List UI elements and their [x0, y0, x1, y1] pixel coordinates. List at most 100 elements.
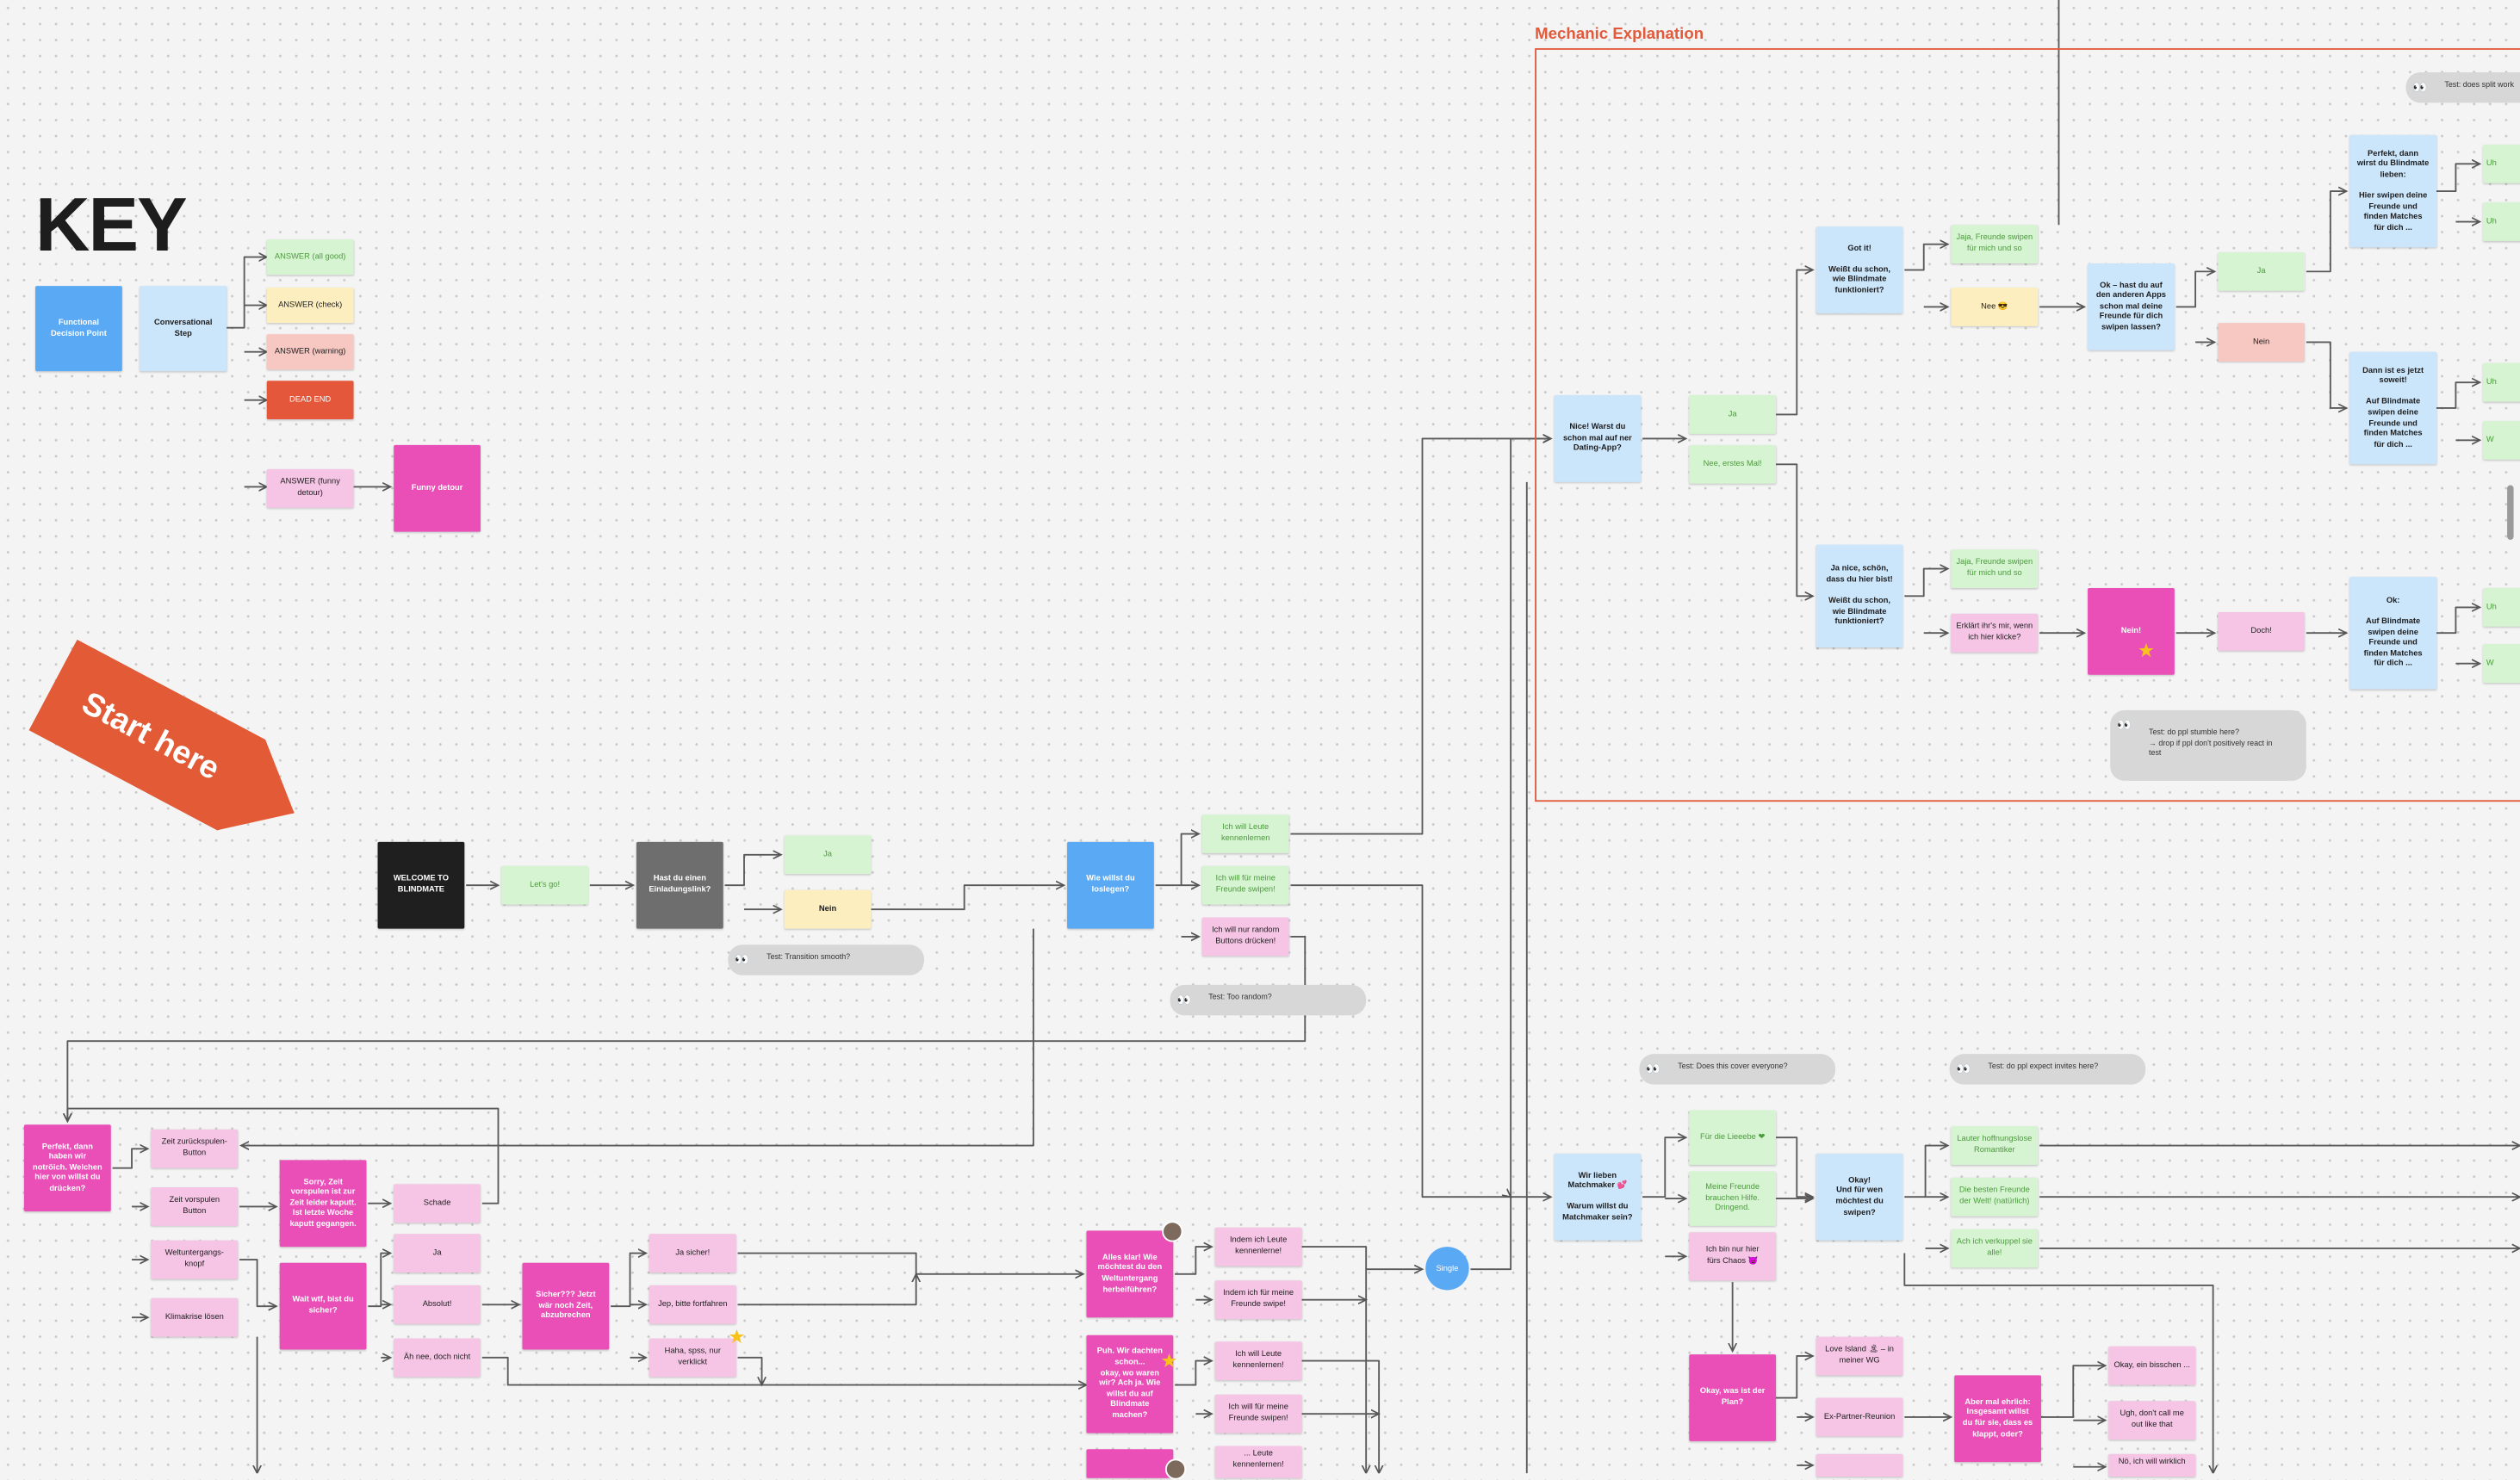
ok-auf-node[interactable]: Ok: Auf Blindmate swipen deine Freunde u… — [2349, 576, 2437, 690]
note-split[interactable]: 👀 Test: does split work — [2405, 71, 2520, 103]
doch-nicht-node[interactable]: Äh nee, doch nicht — [394, 1338, 481, 1378]
connector-54 — [2040, 1365, 2106, 1418]
cut-pink-node[interactable] — [1816, 1453, 1903, 1477]
klimakrise-node[interactable]: Klimakrise lösen — [151, 1297, 239, 1337]
chaos-node[interactable]: Ich bin nur hier fürs Chaos 😈 — [1689, 1232, 1777, 1281]
wir-lieben-node[interactable]: Wir lieben Matchmaker 💕 Warum willst du … — [1554, 1153, 1642, 1241]
how-start-node[interactable]: Wie willst du loslegen? — [1067, 841, 1154, 929]
romantiker-node[interactable]: Lauter hoffnungslose Romantiker — [1951, 1126, 2039, 1165]
apps-no-node[interactable]: Nein — [2218, 323, 2305, 362]
indem-leute-node[interactable]: Indem ich Leute kennenlerne! — [1214, 1227, 1302, 1266]
cut-node-4[interactable]: W — [2483, 420, 2520, 460]
ich-leute-node[interactable]: Ich will Leute kennenlernen! — [1214, 1341, 1302, 1380]
key-answer-funny[interactable]: ANSWER (funny detour) — [266, 468, 354, 508]
dating-yes-node[interactable]: Ja — [1689, 395, 1777, 434]
ich-freunde-node[interactable]: Ich will für meine Freunde swipen! — [1214, 1394, 1302, 1434]
perfekt-node[interactable]: Perfekt, dann wirst du Blindmate lieben:… — [2349, 134, 2437, 248]
connector-10 — [871, 885, 1064, 911]
key-dead-end[interactable]: DEAD END — [266, 381, 354, 420]
invite-yes-node[interactable]: Ja — [784, 835, 872, 875]
okay-fuer-wen-node[interactable]: Okay! Und für wen möchtest du swipen? — [1816, 1153, 1903, 1241]
invite-question-node[interactable]: Hast du einen Einladungslink? — [636, 841, 723, 929]
nee-node[interactable]: Nee 😎 — [1951, 288, 2039, 326]
note-text: Test: do ppl expect invites here? — [1988, 1063, 2099, 1072]
indem-freunde-node[interactable]: Indem ich für meine Freunde swipe! — [1214, 1280, 1302, 1320]
aber-ehrlich-node[interactable]: Aber mal ehrlich: Insgesamt willst du fü… — [1954, 1375, 2041, 1463]
besten-freunde-node[interactable]: Die besten Freunde der Welt! (natürlich) — [1951, 1177, 2039, 1217]
cut-node-6[interactable]: W — [2483, 644, 2520, 684]
note-stumble[interactable]: 👀 Test: do ppl stumble here? → drop if pp… — [2110, 709, 2306, 781]
note-text: Test: Too random? — [1208, 994, 1272, 1003]
ok-apps-node[interactable]: Ok – hast du auf den anderen Apps schon … — [2088, 263, 2175, 350]
wait-node[interactable]: Wait wtf, bist du sicher? — [279, 1262, 367, 1350]
random-buttons-node[interactable]: Ich will nur random Buttons drücken! — [1201, 917, 1289, 957]
plan-node[interactable]: Okay, was ist der Plan? — [1689, 1354, 1777, 1441]
zurueckspulen-node[interactable]: Zeit zurückspulen- Button — [151, 1129, 239, 1168]
vertical-scrollbar[interactable] — [2507, 485, 2514, 541]
absolut-node[interactable]: Absolut! — [394, 1285, 481, 1324]
key-funny-detour[interactable]: Funny detour — [394, 444, 481, 532]
welcome-node[interactable]: WELCOME TO BLINDMATE — [377, 841, 465, 929]
haha-node[interactable]: Haha, spss, nur verklickt — [649, 1338, 736, 1378]
dann-ist-node[interactable]: Dann ist es jetzt soweit! Auf Blindmate … — [2349, 351, 2437, 465]
key-functional-decision-point[interactable]: Functional Decision Point — [35, 286, 122, 372]
doch-node[interactable]: Doch! — [2218, 611, 2305, 651]
apps-yes-node[interactable]: Ja — [2218, 251, 2305, 291]
connector-8 — [724, 855, 781, 887]
jaja-node-1[interactable]: Jaja, Freunde swipen für mich und so — [1951, 225, 2039, 264]
explain-node[interactable]: Erklärt ihr's mir, wenn ich hier klicke? — [1951, 613, 2039, 653]
jaja-node-2[interactable]: Jaja, Freunde swipen für mich und so — [1951, 549, 2039, 588]
used-dating-node[interactable]: Nice! Warst du schon mal auf ner Dating-… — [1554, 395, 1642, 482]
key-answer-check[interactable]: ANSWER (check) — [266, 288, 354, 324]
eyes-icon: 👀 — [734, 951, 749, 966]
invite-no-node[interactable]: Nein — [784, 889, 872, 929]
love-island-node[interactable]: Love Island 🏝 – in meiner WG — [1816, 1336, 1903, 1376]
sicher-abbrechen-node[interactable]: Sicher??? Jetzt wär noch Zeit, abzubrech… — [522, 1262, 610, 1350]
cut-node-5[interactable]: Uh — [2483, 587, 2520, 627]
key-answer-good[interactable]: ANSWER (all good) — [266, 239, 354, 276]
cut-node-3[interactable]: Uh — [2483, 362, 2520, 402]
fuer-liebe-node[interactable]: Für die Lieeebe ❤ — [1689, 1110, 1777, 1165]
connector-43 — [1904, 1146, 1947, 1198]
perfekt-random-node[interactable]: Perfekt, dann haben wir notröich. Welche… — [23, 1124, 111, 1212]
noe-node[interactable]: Nö, ich will wirklich — [2108, 1453, 2196, 1477]
key-conversational-step[interactable]: Conversational Step — [140, 286, 227, 372]
note-cover[interactable]: 👀 Test: Does this cover everyone? — [1639, 1054, 1836, 1085]
note-random[interactable]: 👀 Test: Too random? — [1170, 984, 1367, 1016]
note-invites[interactable]: 👀 Test: do ppl expect invites here? — [1949, 1054, 2146, 1085]
connector-66 — [368, 1254, 390, 1308]
swipe-friends-node[interactable]: Ich will für meine Freunde swipen! — [1201, 865, 1289, 905]
leute-cut-node[interactable]: ... Leute kennenlernen! — [1214, 1446, 1302, 1478]
schade-node[interactable]: Schade — [394, 1184, 481, 1223]
connector-75 — [737, 1274, 916, 1306]
connector-79 — [1175, 1361, 1212, 1386]
meet-people-node[interactable]: Ich will Leute kennenlernen — [1201, 814, 1289, 853]
got-it-node[interactable]: Got it! Weißt du schon, wie Blindmate fu… — [1816, 226, 1903, 313]
connector-76 — [737, 1356, 762, 1385]
vorspulen-node[interactable]: Zeit vorspulen Button — [151, 1187, 239, 1226]
okay-bisschen-node[interactable]: Okay, ein bisschen ... — [2108, 1346, 2196, 1385]
key-answer-warning[interactable]: ANSWER (warning) — [266, 334, 354, 370]
single-node[interactable]: Single — [1425, 1247, 1469, 1291]
jep-node[interactable]: Jep, bitte fortfahren — [649, 1285, 736, 1324]
lets-go-node[interactable]: Let's go! — [501, 865, 588, 905]
nein-big-node[interactable]: Nein! — [2088, 587, 2175, 675]
verkuppel-node[interactable]: Ach ich verkuppel sie alle! — [1951, 1229, 2039, 1268]
dating-first-node[interactable]: Nee, erstes Mal! — [1689, 444, 1777, 484]
cut-node-2[interactable]: Uh — [2483, 202, 2520, 241]
note-transition[interactable]: 👀 Test: Transition smooth? — [728, 944, 925, 975]
ja-sicher-node[interactable]: Ja sicher! — [649, 1234, 736, 1273]
ugh-node[interactable]: Ugh, don't call me out like that — [2108, 1401, 2196, 1440]
weltuntergang-node[interactable]: Weltuntergangs- knopf — [151, 1240, 239, 1279]
ja-node[interactable]: Ja — [394, 1234, 481, 1273]
ja-nice-node[interactable]: Ja nice, schön, dass du hier bist! Weißt… — [1816, 544, 1903, 648]
cut-node-1[interactable]: Uh — [2483, 144, 2520, 183]
connector-14 — [1290, 438, 1550, 835]
whiteboard-canvas[interactable]: KEY Functional Decision Point Conversati… — [0, 0, 2520, 1480]
friends-help-node[interactable]: Meine Freunde brauchen Hilfe. Dringend. — [1689, 1171, 1777, 1226]
note-text: Test: Transition smooth? — [767, 954, 851, 963]
ex-partner-node[interactable]: Ex-Partner-Reunion — [1816, 1397, 1903, 1437]
sorry-node[interactable]: Sorry, Zeit vorspulen ist zur Zeit leide… — [279, 1160, 367, 1248]
alles-klar-node[interactable]: Alles klar! Wie möchtest du den Weltunte… — [1086, 1230, 1174, 1318]
eyes-icon: 👀 — [2116, 717, 2132, 733]
